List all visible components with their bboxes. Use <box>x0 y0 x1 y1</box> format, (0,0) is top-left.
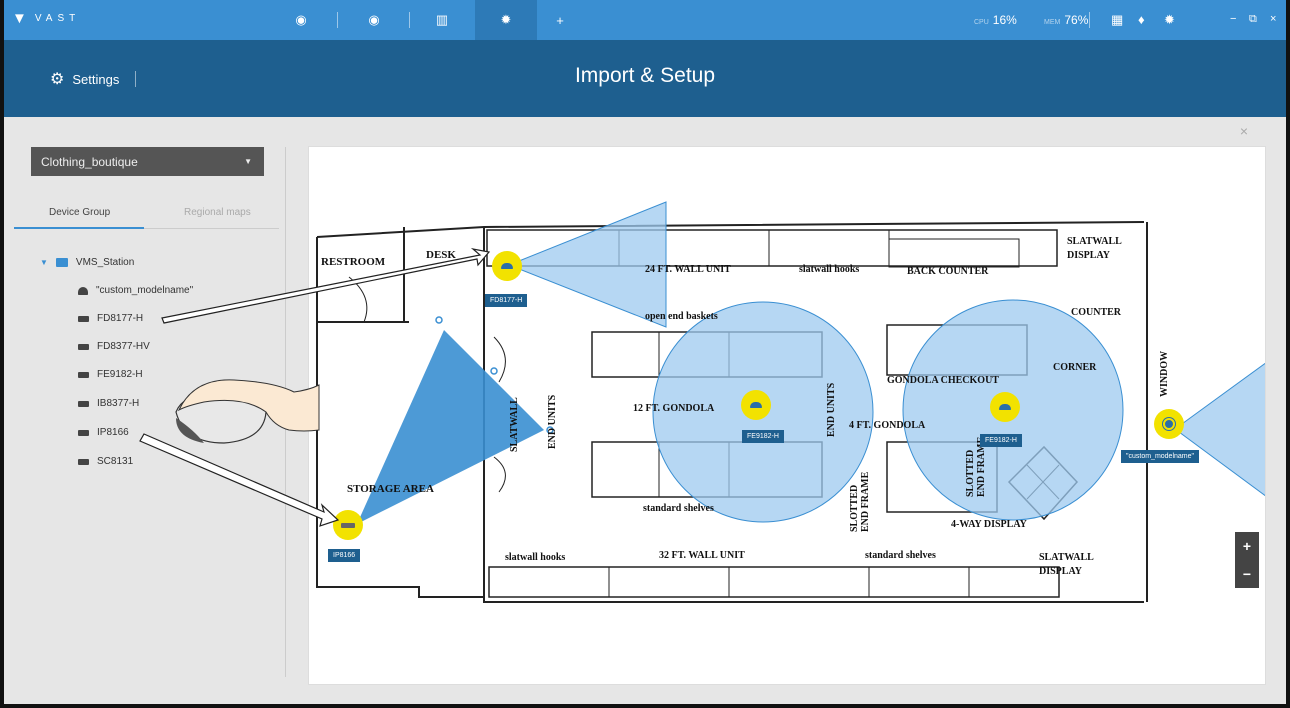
drag-arrow-top <box>161 247 491 324</box>
drag-illustration <box>139 247 491 527</box>
hand-mouse-icon <box>175 379 320 444</box>
drag-arrow-bottom <box>139 433 340 527</box>
app-window: ▼ VAST ◉ ◉ ▥ ✹ + CPU 16% MEM 76% ▦ ♦ ✹ −… <box>0 0 1290 708</box>
